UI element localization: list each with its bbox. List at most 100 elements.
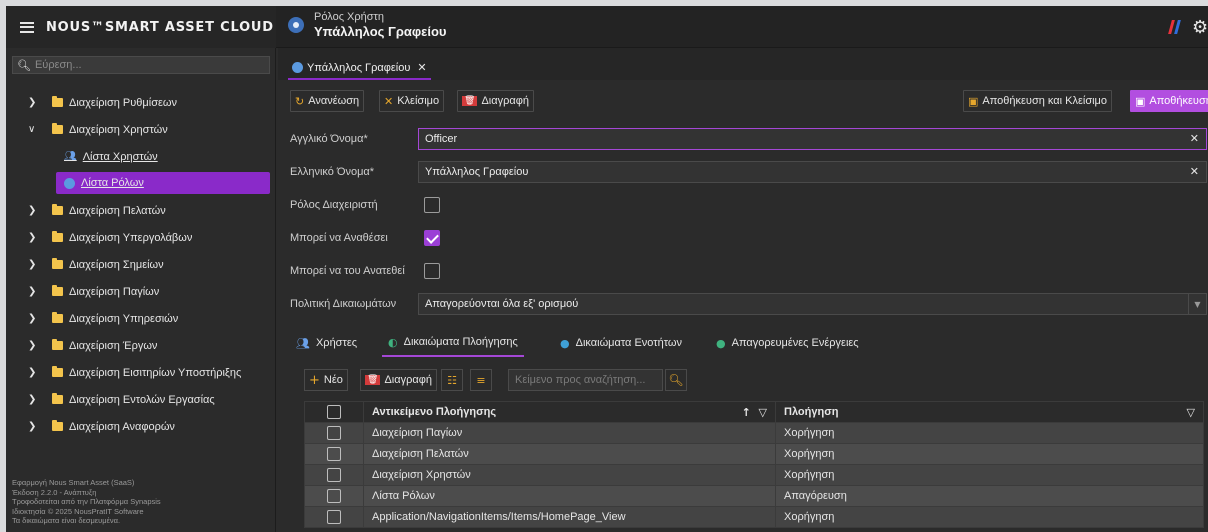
brand-title: NOUS™SMART ASSET CLOUD (46, 19, 274, 35)
folder-icon (52, 258, 63, 269)
greek-name-field[interactable]: Υπάλληλος Γραφείου ✕ (418, 161, 1207, 183)
clear-icon[interactable]: ✕ (1190, 132, 1199, 145)
cell-navigation-item: Διαχείριση Χρηστών (363, 464, 776, 486)
cell-navigation-item: Διαχείριση Πελατών (363, 443, 776, 465)
table-row[interactable]: Διαχείριση Πελατών Χορήγηση (304, 443, 1204, 465)
grid-delete-button[interactable]: 🗑︎ Διαγραφή (360, 369, 437, 391)
sidebar-subitem-users-list[interactable]: 👥︎ Λίστα Χρηστών (6, 143, 276, 170)
sidebar-subitem-roles-list[interactable]: Λίστα Ρόλων (56, 172, 270, 194)
users-icon: 👥︎ (296, 336, 310, 350)
grid-search-input[interactable] (515, 374, 655, 386)
forbidden-actions-icon: ● (716, 336, 726, 350)
sidebar-item-label: Διαχείριση Εισιτηρίων Υποστήριξης (69, 366, 242, 379)
filter-icon[interactable]: ▽ (1187, 406, 1195, 419)
chevron-right-icon: ❯ (28, 421, 37, 432)
table-row[interactable]: Διαχείριση Παγίων Χορήγηση (304, 422, 1204, 444)
hamburger-menu-icon[interactable] (20, 21, 34, 33)
search-icon: 🔍︎ (668, 373, 684, 387)
new-button[interactable]: + Νέο (304, 369, 348, 391)
save-close-icon: ▣ (968, 94, 979, 108)
row-checkbox[interactable] (327, 468, 341, 482)
grid-search[interactable] (508, 369, 663, 391)
save-and-close-button[interactable]: ▣ Αποθήκευση και Κλείσιμο (963, 90, 1113, 112)
english-name-field[interactable]: Officer ✕ (418, 128, 1207, 150)
save-button[interactable]: ▣ Αποθήκευση (1130, 90, 1208, 112)
chevron-right-icon: ❯ (28, 313, 37, 324)
folder-icon (52, 420, 63, 431)
column-header-navigation-item[interactable]: Αντικείμενο Πλοήγησης ↑ ▽ (363, 401, 776, 423)
admin-role-checkbox[interactable] (424, 197, 440, 213)
close-icon[interactable]: ✕ (417, 61, 426, 74)
can-be-assigned-checkbox[interactable] (424, 263, 440, 279)
chevron-down-icon[interactable]: ▼ (1188, 294, 1206, 314)
table-row[interactable]: Λίστα Ρόλων Απαγόρευση (304, 485, 1204, 507)
english-name-label: Αγγλικό Όνομα* (290, 133, 368, 145)
row-checkbox[interactable] (327, 489, 341, 503)
grid-delete-label: Διαγραφή (384, 374, 432, 386)
can-assign-checkbox[interactable] (424, 230, 440, 246)
sidebar-item-assets[interactable]: ❯ Διαχείριση Παγίων (6, 278, 276, 305)
sidebar-item-label: Διαχείριση Χρηστών (69, 123, 168, 136)
can-be-assigned-label: Μπορεί να του Ανατεθεί (290, 265, 405, 277)
sidebar-item-work-orders[interactable]: ❯ Διαχείριση Εντολών Εργασίας (6, 386, 276, 413)
grid-search-button[interactable]: 🔍︎ (665, 369, 687, 391)
row-checkbox[interactable] (327, 426, 341, 440)
footer-line: Εφαρμογή Nous Smart Asset (SaaS) (12, 478, 135, 487)
sidebar-search[interactable]: 🔍︎ (12, 56, 270, 74)
sidebar-item-customers[interactable]: ❯ Διαχείριση Πελατών (6, 197, 276, 224)
sidebar-item-subcontractors[interactable]: ❯ Διαχείριση Υπεργολάβων (6, 224, 276, 251)
tab-module-rights[interactable]: ● Δικαιώματα Ενοτήτων (554, 329, 688, 357)
record-toolbar: ↻ Ανανέωση ✕ Κλείσιμο 🗑︎ Διαγραφή ▣ Αποθ… (278, 90, 1208, 112)
chevron-right-icon: ❯ (28, 340, 37, 351)
tab-navigation-rights[interactable]: ◐ Δικαιώματα Πλοήγησης (382, 329, 524, 357)
tab-users[interactable]: 👥︎ Χρήστες (290, 329, 363, 357)
close-label: Κλείσιμο (397, 95, 440, 107)
tab-forbidden-actions[interactable]: ● Απαγορευμένες Ενέργειες (710, 329, 865, 357)
sidebar-item-points[interactable]: ❯ Διαχείριση Σημείων (6, 251, 276, 278)
sidebar-item-label: Διαχείριση Πελατών (69, 204, 166, 217)
sidebar-nav: ❯ Διαχείριση Ρυθμίσεων ∨ Διαχείριση Χρησ… (6, 89, 276, 440)
sidebar-subitem-label: Λίστα Ρόλων (81, 177, 144, 189)
row-checkbox[interactable] (327, 510, 341, 524)
sidebar-item-projects[interactable]: ❯ Διαχείριση Έργων (6, 332, 276, 359)
sidebar-item-label: Διαχείριση Υπηρεσιών (69, 312, 179, 325)
cell-navigation-item: Διαχείριση Παγίων (363, 422, 776, 444)
cell-navigation: Χορήγηση (775, 422, 1204, 444)
policy-select[interactable]: Απαγορεύονται όλα εξ' ορισμού ▼ (418, 293, 1207, 315)
users-icon: 👥︎ (64, 151, 77, 162)
sidebar-item-users[interactable]: ∨ Διαχείριση Χρηστών (6, 116, 276, 143)
folder-icon (52, 204, 63, 215)
sidebar-item-services[interactable]: ❯ Διαχείριση Υπηρεσιών (6, 305, 276, 332)
sidebar-search-input[interactable] (34, 59, 255, 71)
sidebar-item-label: Διαχείριση Σημείων (69, 258, 164, 271)
sidebar-item-support-tickets[interactable]: ❯ Διαχείριση Εισιτηρίων Υποστήριξης (6, 359, 276, 386)
chevron-right-icon: ❯ (28, 367, 37, 378)
filter-icon: ≡ (476, 373, 486, 387)
cell-navigation: Απαγόρευση (775, 485, 1204, 507)
column-header-navigation[interactable]: Πλοήγηση ▽ (775, 401, 1204, 423)
select-all-checkbox[interactable] (327, 405, 341, 419)
folder-icon (52, 285, 63, 296)
filter-builder-button[interactable]: ≡ (470, 369, 492, 391)
clear-icon[interactable]: ✕ (1190, 165, 1199, 178)
header-role-caption: Ρόλος Χρήστη (314, 11, 385, 23)
close-button[interactable]: ✕ Κλείσιμο (379, 90, 445, 112)
sidebar: 🔍︎ ❯ Διαχείριση Ρυθμίσεων ∨ Διαχείριση Χ… (6, 48, 276, 532)
sidebar-item-settings[interactable]: ❯ Διαχείριση Ρυθμίσεων (6, 89, 276, 116)
policy-value: Απαγορεύονται όλα εξ' ορισμού (425, 298, 579, 310)
sidebar-item-reports[interactable]: ❯ Διαχείριση Αναφορών (6, 413, 276, 440)
select-all-cell (304, 401, 364, 423)
settings-gear-icon[interactable]: ⚙ (1192, 17, 1208, 38)
export-button[interactable]: ☷ (441, 369, 463, 391)
sort-filter-icons[interactable]: ↑ ▽ (742, 406, 767, 419)
table-row[interactable]: Application/NavigationItems/Items/HomePa… (304, 506, 1204, 528)
sidebar-footer: Εφαρμογή Nous Smart Asset (SaaS) Έκδοση … (12, 478, 161, 526)
table-row[interactable]: Διαχείριση Χρηστών Χορήγηση (304, 464, 1204, 486)
tab-office-clerk[interactable]: Υπάλληλος Γραφείου ✕ (288, 57, 431, 80)
refresh-button[interactable]: ↻ Ανανέωση (290, 90, 365, 112)
folder-icon (52, 231, 63, 242)
row-checkbox[interactable] (327, 447, 341, 461)
close-icon: ✕ (384, 94, 394, 108)
grid-toolbar: + Νέο 🗑︎ Διαγραφή ☷ ≡ 🔍︎ (304, 369, 704, 391)
delete-button[interactable]: 🗑︎ Διαγραφή (457, 90, 534, 112)
